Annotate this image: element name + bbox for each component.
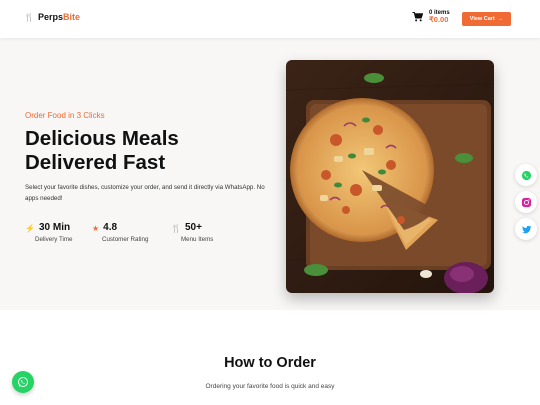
how-to-order-subtitle: Ordering your favorite food is quick and… xyxy=(205,383,335,390)
hero-description: Select your favorite dishes, customize y… xyxy=(25,184,265,202)
how-to-order-title: How to Order xyxy=(224,355,316,371)
view-cart-button[interactable]: View Cart → xyxy=(462,12,511,26)
cart-icon xyxy=(412,12,423,22)
whatsapp-icon xyxy=(521,170,531,180)
hero-tagline: Order Food in 3 Clicks xyxy=(25,111,105,120)
instagram-button[interactable] xyxy=(515,191,537,213)
stat-label: Delivery Time xyxy=(35,236,73,243)
twitter-button[interactable] xyxy=(515,218,537,240)
arrow-right-icon: → xyxy=(497,16,504,22)
cart-summary[interactable]: 0 items ₹0.00 xyxy=(412,10,450,24)
star-icon: ★ xyxy=(92,224,100,233)
stat-label: Menu Items xyxy=(181,236,214,243)
stat-value: 30 Min xyxy=(38,221,71,233)
brand-logo[interactable]: 🍴 Perps Bite xyxy=(24,12,80,22)
stat-value: 50+ xyxy=(184,221,202,233)
whatsapp-share-button[interactable] xyxy=(515,164,537,186)
instagram-icon xyxy=(521,197,531,207)
brand-name-part1: Perps xyxy=(37,12,63,22)
hero-headline-line1: Delicious Meals xyxy=(25,127,179,150)
twitter-icon xyxy=(521,225,531,233)
stat-delivery-time: ⚡ 30 Min Delivery Time xyxy=(25,221,73,244)
stat-label: Customer Rating xyxy=(102,236,149,243)
utensils-icon: 🍴 xyxy=(171,224,181,233)
whatsapp-chat-button[interactable] xyxy=(12,371,34,393)
cart-total: ₹0.00 xyxy=(429,15,449,25)
hero-pizza-image xyxy=(286,60,494,293)
hero-headline-line2: Delivered Fast xyxy=(25,151,166,174)
hero-headline: Delicious Meals Delivered Fast xyxy=(25,127,179,175)
navbar: 🍴 Perps Bite 0 items ₹0.00 View Cart → xyxy=(0,0,540,38)
stat-customer-rating: ★ 4.8 Customer Rating xyxy=(92,221,149,244)
view-cart-label: View Cart xyxy=(469,16,495,22)
stat-value: 4.8 xyxy=(103,221,118,233)
bolt-icon: ⚡ xyxy=(25,224,35,233)
whatsapp-icon xyxy=(18,377,28,387)
utensils-icon: 🍴 xyxy=(24,12,34,22)
stat-menu-items: 🍴 50+ Menu Items xyxy=(171,221,214,244)
brand-name-part2: Bite xyxy=(62,12,80,22)
